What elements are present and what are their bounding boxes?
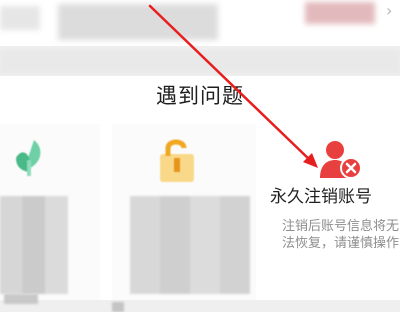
section-title: 遇到问题 bbox=[156, 84, 244, 108]
blurred-content bbox=[130, 196, 250, 294]
blurred-content bbox=[58, 4, 218, 40]
chevron-right-icon: › bbox=[386, 1, 393, 20]
leaf-icon bbox=[16, 140, 41, 176]
blurred-content bbox=[0, 196, 68, 294]
blurred-content bbox=[112, 302, 124, 312]
problems-panel: 遇到问题 永久注销账号 注销后账号信息将无法恢复，请谨慎操作 bbox=[0, 76, 400, 312]
top-list-row[interactable]: › bbox=[0, 0, 400, 46]
blurred-content bbox=[4, 294, 38, 304]
person-remove-icon bbox=[320, 141, 362, 179]
blurred-content bbox=[0, 6, 40, 30]
blurred-separator bbox=[0, 50, 400, 74]
delete-account-description: 注销后账号信息将无法恢复，请谨慎操作 bbox=[282, 219, 400, 251]
problem-card-1[interactable] bbox=[0, 124, 100, 304]
delete-account-card[interactable]: 永久注销账号 注销后账号信息将无法恢复，请谨慎操作 bbox=[268, 124, 400, 300]
blurred-content bbox=[305, 2, 375, 24]
delete-account-title: 永久注销账号 bbox=[270, 187, 372, 207]
problem-card-2[interactable] bbox=[112, 124, 256, 312]
lock-icon bbox=[160, 139, 194, 182]
